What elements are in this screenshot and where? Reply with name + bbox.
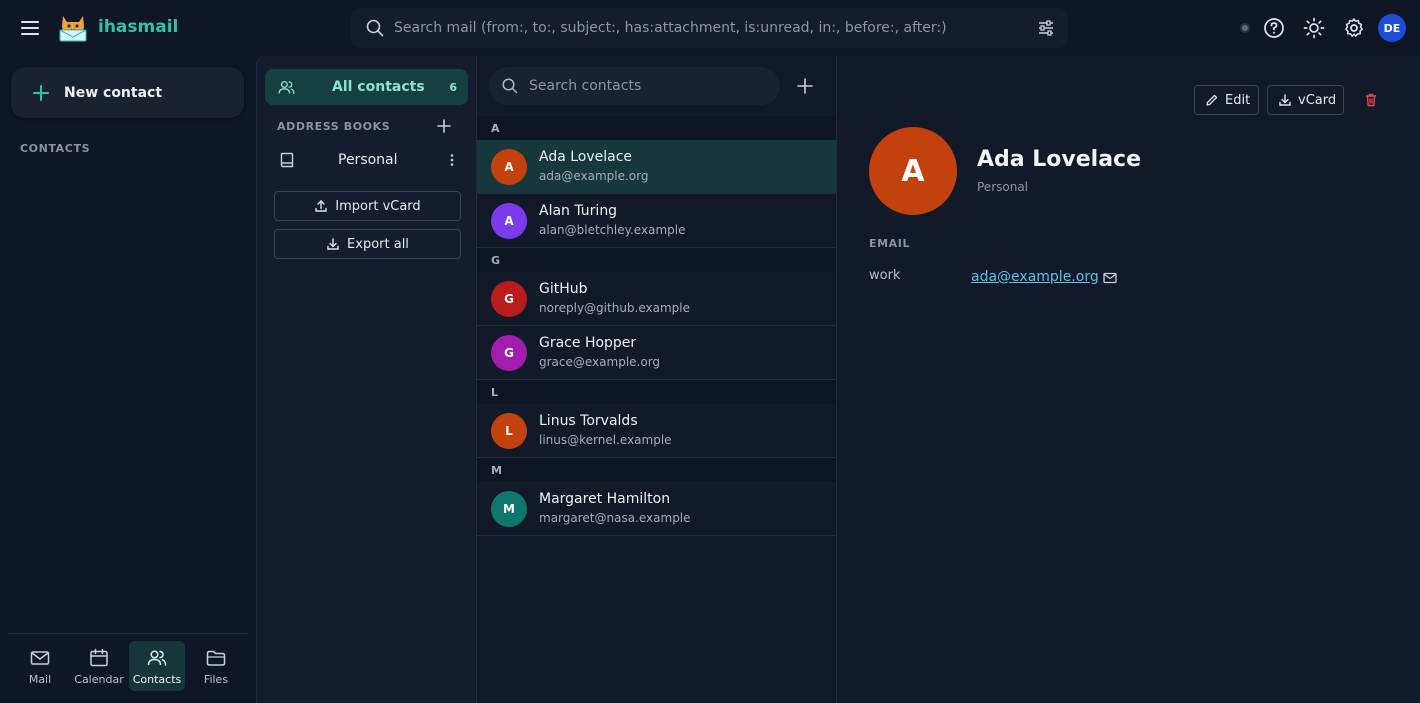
contact-search-input[interactable]: Search contacts xyxy=(529,78,641,94)
email-section-label: EMAIL xyxy=(869,237,911,250)
plus-icon xyxy=(31,83,51,103)
search-icon xyxy=(365,18,385,38)
new-contact-button[interactable]: New contact xyxy=(11,67,244,118)
group-header: M xyxy=(477,458,836,482)
nav-contacts[interactable]: Contacts xyxy=(129,641,185,691)
group-header: A xyxy=(477,116,836,140)
book-icon xyxy=(278,151,296,169)
bottom-app-nav: Mail Calendar Contacts Files xyxy=(8,633,248,703)
contacts-section-label: CONTACTS xyxy=(20,142,91,155)
contact-avatar: G xyxy=(491,335,527,371)
contact-avatar: G xyxy=(491,281,527,317)
connection-status-dot xyxy=(1240,23,1250,33)
filter-options-icon[interactable] xyxy=(1036,18,1056,38)
contact-email: linus@kernel.example xyxy=(539,433,672,447)
contact-avatar: L xyxy=(491,413,527,449)
import-vcard-label: Import vCard xyxy=(335,198,421,214)
vcard-label: vCard xyxy=(1298,92,1337,108)
contact-name: Margaret Hamilton xyxy=(539,491,671,507)
contact-avatar: M xyxy=(491,491,527,527)
contact-detail-panel: Edit vCard A Ada Lovelace Personal EMAIL… xyxy=(837,56,1420,703)
contact-row[interactable]: A Alan Turing alan@bletchley.example xyxy=(477,194,836,248)
top-bar: ihasmail Search mail (from:, to:, subjec… xyxy=(0,0,1420,56)
nav-contacts-label: Contacts xyxy=(132,673,182,686)
nav-mail[interactable]: Mail xyxy=(12,641,68,691)
new-contact-label: New contact xyxy=(64,84,163,101)
contact-search-bar[interactable]: Search contacts xyxy=(489,67,780,105)
folder-icon xyxy=(205,641,227,669)
contact-email: noreply@github.example xyxy=(539,301,691,315)
nav-mail-label: Mail xyxy=(28,673,52,686)
contact-row[interactable]: M Margaret Hamilton margaret@nasa.exampl… xyxy=(477,482,836,536)
group-header: G xyxy=(477,248,836,272)
all-contacts-item[interactable]: All contacts 6 xyxy=(265,69,468,105)
contact-row[interactable]: G Grace Hopper grace@example.org xyxy=(477,326,836,380)
download-vcard-button[interactable]: vCard xyxy=(1267,85,1344,115)
pencil-icon xyxy=(1195,93,1225,107)
contact-detail-avatar: A xyxy=(869,127,957,215)
app-logo[interactable] xyxy=(54,10,92,46)
left-sidebar: New contact CONTACTS Mail Calendar Conta… xyxy=(0,56,256,703)
nav-calendar-label: Calendar xyxy=(74,673,124,686)
contact-name: Linus Torvalds xyxy=(539,413,638,429)
contact-name: Grace Hopper xyxy=(539,335,637,351)
nav-files[interactable]: Files xyxy=(188,641,244,691)
download-icon xyxy=(326,237,347,251)
contact-row[interactable]: L Linus Torvalds linus@kernel.example xyxy=(477,404,836,458)
contact-email: ada@example.org xyxy=(539,169,649,183)
contact-name: GitHub xyxy=(539,281,588,297)
address-book-label: Personal xyxy=(338,152,398,168)
all-contacts-label: All contacts xyxy=(332,79,425,95)
menu-icon[interactable] xyxy=(18,16,42,40)
edit-contact-button[interactable]: Edit xyxy=(1194,85,1259,115)
mail-search-bar[interactable]: Search mail (from:, to:, subject:, has:a… xyxy=(351,8,1068,48)
contact-row[interactable]: G GitHub noreply@github.example xyxy=(477,272,836,326)
contact-email: alan@bletchley.example xyxy=(539,223,686,237)
brand-name: ihasmail xyxy=(98,17,179,37)
add-contact-plus-icon[interactable] xyxy=(795,76,815,96)
email-type-label: work xyxy=(869,268,901,283)
contact-row[interactable]: A Ada Lovelace ada@example.org xyxy=(477,140,836,194)
mail-icon xyxy=(29,641,51,669)
upload-icon xyxy=(314,199,335,213)
compose-mail-icon[interactable] xyxy=(1102,270,1118,286)
help-icon[interactable] xyxy=(1262,16,1286,40)
nav-files-label: Files xyxy=(203,673,229,686)
export-all-button[interactable]: Export all xyxy=(274,229,461,259)
search-icon xyxy=(489,77,519,95)
contact-name: Ada Lovelace xyxy=(539,149,633,165)
contact-list: A A Ada Lovelace ada@example.org A Alan … xyxy=(477,116,836,536)
contact-name: Alan Turing xyxy=(539,203,618,219)
address-books-panel: All contacts 6 ADDRESS BOOKS Personal Im… xyxy=(256,56,477,703)
user-avatar[interactable]: DE xyxy=(1378,14,1406,42)
calendar-icon xyxy=(88,641,110,669)
contact-avatar: A xyxy=(491,203,527,239)
contact-list-panel: Search contacts A A Ada Lovelace ada@exa… xyxy=(477,56,837,703)
add-address-book-plus-icon[interactable] xyxy=(436,118,452,134)
nav-calendar[interactable]: Calendar xyxy=(71,641,127,691)
email-link[interactable]: ada@example.org xyxy=(971,269,1099,285)
all-contacts-count: 6 xyxy=(449,80,457,94)
delete-trash-icon[interactable] xyxy=(1363,92,1379,108)
contact-detail-name: Ada Lovelace xyxy=(977,147,1142,172)
more-options-vertical-icon[interactable] xyxy=(444,152,460,168)
contact-avatar: A xyxy=(491,149,527,185)
theme-toggle-sun-icon[interactable] xyxy=(1302,16,1326,40)
search-input[interactable]: Search mail (from:, to:, subject:, has:a… xyxy=(394,20,947,36)
contact-email: grace@example.org xyxy=(539,355,661,369)
contacts-icon xyxy=(146,641,168,669)
edit-label: Edit xyxy=(1225,92,1251,108)
group-header: L xyxy=(477,380,836,404)
address-books-header: ADDRESS BOOKS xyxy=(277,120,391,133)
contact-email: margaret@nasa.example xyxy=(539,511,691,525)
contact-detail-addressbook: Personal xyxy=(977,180,1029,194)
export-all-label: Export all xyxy=(347,236,409,252)
contacts-icon xyxy=(277,78,296,97)
download-icon xyxy=(1268,93,1298,107)
address-book-personal[interactable]: Personal xyxy=(265,144,468,176)
import-vcard-button[interactable]: Import vCard xyxy=(274,191,461,221)
settings-gear-icon[interactable] xyxy=(1342,16,1366,40)
